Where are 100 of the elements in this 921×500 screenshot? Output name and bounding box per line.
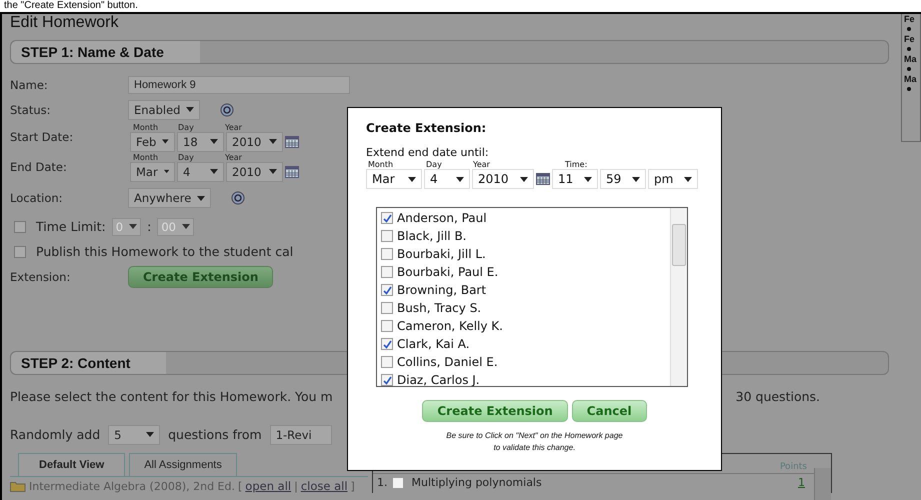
hour-dropdown[interactable]: 11 (552, 169, 598, 189)
checkbox[interactable] (381, 374, 393, 386)
year-label: Year (225, 122, 242, 132)
question-number: 1. (377, 476, 388, 489)
year-dropdown[interactable]: 2010 (226, 162, 283, 182)
bracket-text: | (294, 480, 298, 492)
name-field[interactable]: Homework 9 (128, 76, 350, 94)
calendar-icon (285, 166, 299, 178)
caret-icon (408, 176, 416, 182)
field-label: Status: (10, 102, 52, 116)
day-label: Day (178, 152, 195, 162)
year-label: Year (225, 152, 242, 162)
month-dropdown[interactable]: Mar (130, 162, 175, 182)
caret-icon (520, 176, 528, 182)
caret-icon (632, 176, 640, 182)
column-header: Points (780, 462, 807, 472)
caret-icon (684, 176, 692, 182)
source-dropdown[interactable]: 1-Revi (270, 424, 332, 444)
checkbox[interactable] (381, 284, 393, 296)
day-dropdown[interactable]: 18 (177, 132, 224, 152)
checkbox[interactable] (381, 248, 393, 260)
student-name[interactable]: Bush, Tracy S. (397, 301, 482, 315)
ampm-dropdown[interactable]: pm (648, 169, 698, 189)
view-tab[interactable]: All Assignments (129, 453, 237, 476)
publish-label: Publish this Homework to the student cal (36, 244, 294, 259)
caret-icon (210, 139, 218, 144)
checkbox[interactable] (381, 230, 393, 242)
sidebar-heading: Fe (904, 34, 916, 44)
bullet-icon (907, 67, 911, 71)
page-title: Edit Homework (10, 14, 120, 32)
help-icon[interactable] (231, 191, 246, 205)
bracket-text: [ (238, 480, 242, 492)
tree-link[interactable]: open all (245, 479, 292, 493)
checkbox[interactable] (381, 320, 393, 332)
caret-icon (456, 176, 464, 182)
count-dropdown[interactable]: 5 (108, 424, 160, 444)
bullet-icon (907, 47, 911, 51)
student-name[interactable]: Clark, Kai A. (397, 337, 470, 351)
student-name[interactable]: Black, Jill B. (397, 229, 466, 243)
student-name[interactable]: Collins, Daniel E. (397, 355, 498, 369)
question-title: Multiplying polynomials (412, 476, 542, 489)
student-name[interactable]: Browning, Bart (397, 283, 486, 297)
bracket-text: ] (350, 480, 355, 492)
checkbox[interactable] (14, 246, 26, 258)
status-dropdown[interactable]: Enabled (128, 100, 200, 120)
caret-icon (164, 169, 169, 174)
caption-text: the "Create Extension" button. (3, 0, 139, 12)
checkbox[interactable] (14, 220, 26, 232)
day-dropdown[interactable]: 4 (177, 162, 224, 182)
time-label: Time: (565, 160, 588, 169)
caret-icon (129, 224, 138, 229)
student-name[interactable]: Cameron, Kelly K. (397, 319, 503, 333)
day-dropdown[interactable]: 4 (424, 169, 470, 189)
month-dropdown[interactable]: Mar (366, 169, 422, 189)
bullet-icon (907, 27, 911, 31)
checkbox[interactable] (381, 338, 393, 350)
caret-icon (182, 224, 190, 229)
note-text: Be sure to Click on "Next" on the Homework page to validate this change. (445, 430, 624, 454)
bullet-icon (907, 87, 911, 91)
location-dropdown[interactable]: Anywhere (128, 188, 212, 208)
year-dropdown[interactable]: 2010 (226, 132, 283, 152)
caret-icon (146, 432, 154, 437)
month-label: Month (368, 160, 394, 169)
field-label: Start Date: (10, 130, 74, 144)
sidebar-heading: Ma (904, 74, 918, 84)
field-label: End Date: (10, 160, 68, 174)
help-icon[interactable] (220, 102, 234, 116)
month-dropdown[interactable]: Feb (130, 132, 175, 152)
student-name[interactable]: Anderson, Paul (397, 211, 487, 225)
caret-icon (584, 176, 592, 182)
caret-icon (210, 169, 218, 174)
checkbox[interactable] (381, 212, 393, 224)
scrollbar[interactable] (814, 468, 831, 500)
checkbox[interactable] (381, 356, 393, 368)
field-label: Extension: (10, 270, 72, 284)
month-label: Month (133, 152, 160, 162)
checkbox[interactable] (381, 302, 393, 314)
year-label: Year (473, 160, 491, 169)
year-dropdown[interactable]: 2010 (472, 169, 534, 189)
day-label: Day (178, 122, 195, 132)
student-name[interactable]: Bourbaki, Paul E. (397, 265, 498, 279)
student-name[interactable]: Bourbaki, Jill L. (397, 247, 486, 261)
checkbox[interactable] (392, 476, 404, 488)
field-label: Name: (10, 78, 49, 92)
random-label: Randomly add (10, 427, 100, 442)
field-label: Location: (10, 191, 64, 205)
create-extension-button[interactable]: Create Extension (422, 400, 568, 422)
dialog-label: Extend end date until: (366, 146, 490, 159)
caret-icon (186, 107, 194, 112)
minute-dropdown[interactable]: 59 (600, 169, 646, 189)
time-limit-label: Time Limit: (36, 219, 106, 234)
tree-link[interactable]: close all (300, 479, 348, 493)
cancel-button[interactable]: Cancel (572, 400, 647, 422)
random-label: questions from (168, 427, 262, 442)
day-label: Day (426, 160, 443, 169)
view-tab[interactable]: Default View (18, 453, 126, 476)
checkbox[interactable] (381, 266, 393, 278)
time-separator: : (147, 219, 152, 234)
calendar-icon (536, 173, 550, 185)
caret-icon (269, 169, 277, 174)
